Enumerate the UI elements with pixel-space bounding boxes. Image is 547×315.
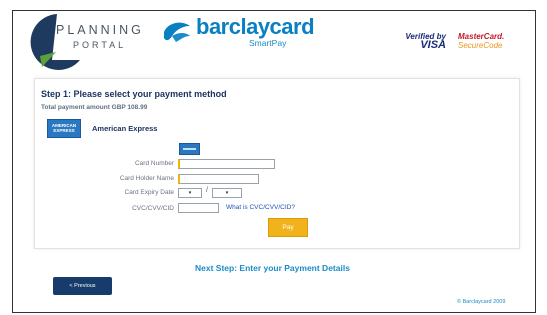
card-number-input[interactable]: [178, 159, 275, 169]
step-title: Step 1: Please select your payment metho…: [41, 89, 227, 99]
cvc-help-link[interactable]: What is CVC/CVV/CID?: [226, 204, 295, 211]
barclaycard-smartpay: SmartPay: [249, 38, 287, 48]
card-expiry-label: Card Expiry Date: [124, 189, 175, 196]
verified-by-visa-logo: Verified by VISA: [402, 32, 446, 51]
barclaycard-eagle-icon: [164, 22, 190, 42]
mastercard-text: MasterCard.: [458, 32, 505, 41]
card-holder-input[interactable]: [178, 174, 259, 184]
card-holder-label: Card Holder Name: [119, 175, 174, 182]
payment-method-label[interactable]: American Express: [92, 124, 157, 133]
visa-text: VISA: [420, 39, 446, 51]
next-step-text: Next Step: Enter your Payment Details: [195, 263, 350, 273]
copyright-text: © Barclaycard 2009: [457, 299, 506, 305]
mastercard-securecode-logo: MasterCard. SecureCode: [458, 32, 518, 50]
amex-small-icon: [179, 143, 200, 155]
pay-button[interactable]: Pay: [268, 218, 308, 237]
barclaycard-name: barclaycard: [196, 14, 315, 39]
total-amount: Total payment amount GBP 108.99: [41, 104, 148, 111]
planning-portal-subname: PORTAL: [73, 40, 127, 50]
cvc-label: CVC/CVV/CID: [132, 205, 174, 212]
planning-portal-name: PLANNING: [56, 23, 144, 37]
previous-button[interactable]: < Previous: [53, 277, 112, 295]
securecode-text: SecureCode: [458, 41, 503, 50]
card-number-label: Card Number: [134, 160, 174, 167]
expiry-year-select[interactable]: ▾: [212, 188, 242, 198]
expiry-month-select[interactable]: ▾: [178, 188, 202, 198]
cvc-input[interactable]: [178, 203, 219, 213]
expiry-separator: /: [206, 187, 208, 194]
amex-card-icon[interactable]: AMERICAN EXPRESS: [47, 119, 81, 138]
